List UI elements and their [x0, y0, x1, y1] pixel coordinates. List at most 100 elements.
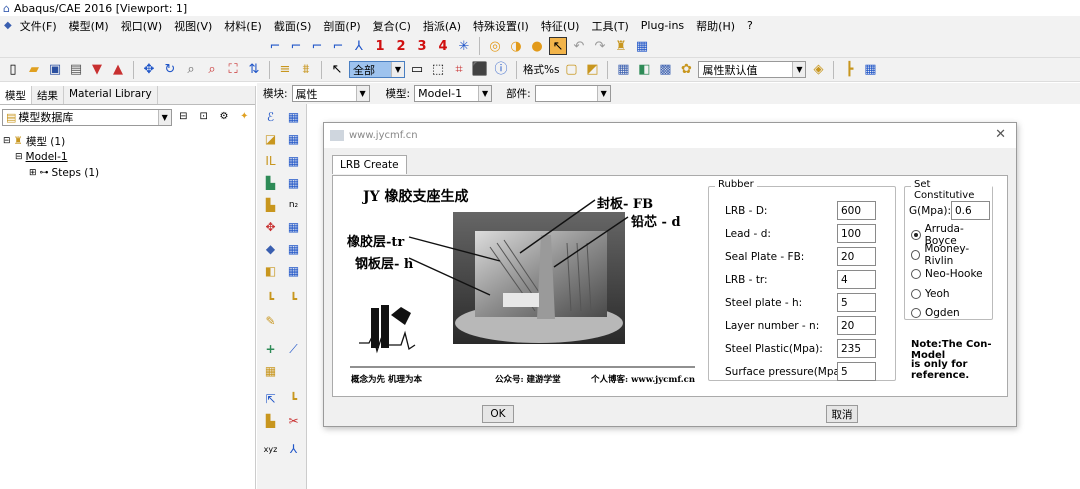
- part-select[interactable]: ▼: [534, 85, 611, 102]
- menu-help[interactable]: 帮助(H): [690, 18, 741, 34]
- spring-manager-icon[interactable]: ▦: [284, 262, 303, 280]
- print-icon[interactable]: ▤: [67, 61, 85, 79]
- bulb-icon[interactable]: ✦: [236, 108, 253, 126]
- view-4-button[interactable]: 4: [434, 37, 452, 55]
- redo-icon[interactable]: ↷: [591, 37, 609, 55]
- seal-plate-input[interactable]: 20: [837, 247, 876, 266]
- ok-button[interactable]: OK: [482, 405, 514, 423]
- export-icon[interactable]: ▼: [88, 61, 106, 79]
- assign-orientation-icon[interactable]: n₂: [284, 196, 303, 214]
- material-manager-icon[interactable]: ▦: [284, 108, 303, 126]
- cancel-button[interactable]: 取消: [826, 405, 858, 423]
- select-poly-icon[interactable]: ⬚: [429, 61, 447, 79]
- composite-layup-icon[interactable]: ▙: [261, 174, 280, 192]
- grid-icon[interactable]: ▦: [261, 362, 280, 380]
- cut-icon[interactable]: ▙: [261, 412, 280, 430]
- tab-lrb-create[interactable]: LRB Create: [332, 155, 407, 174]
- tree-root-row[interactable]: ⊟ ♜ 模型 (1): [3, 133, 252, 149]
- radio-mooney-rivlin[interactable]: Mooney-Rivlin: [911, 243, 992, 267]
- radio-arruda-boyce[interactable]: Arruda-Boyce: [911, 223, 992, 247]
- skin-icon[interactable]: ✥: [261, 218, 280, 236]
- stringer-manager-icon[interactable]: ┗: [284, 290, 303, 308]
- view-yz-icon[interactable]: ⌐: [287, 37, 305, 55]
- table-tool-icon[interactable]: ▦: [861, 61, 879, 79]
- create-material-icon[interactable]: ℰ: [261, 108, 280, 126]
- table-icon[interactable]: ▦: [633, 37, 651, 55]
- view-iso-icon[interactable]: ⌐: [329, 37, 347, 55]
- tree-steps-row[interactable]: ⊞ ⊶ Steps (1): [3, 165, 252, 181]
- create-section-icon[interactable]: ◪: [261, 130, 280, 148]
- select-arrow-icon[interactable]: ↖: [328, 61, 346, 79]
- g-input[interactable]: 0.6: [951, 201, 990, 220]
- tree-model-row[interactable]: ⊟ Model-1: [3, 149, 252, 165]
- view-axis-icon[interactable]: ⅄: [350, 37, 368, 55]
- menu-view[interactable]: 视图(V): [168, 18, 218, 34]
- database-select[interactable]: ▤ 模型数据库 ▼: [2, 108, 172, 126]
- csys-icon[interactable]: xyz: [261, 440, 280, 458]
- partition-icon[interactable]: ┗: [284, 390, 303, 408]
- select-mesh-icon[interactable]: ⌗: [450, 61, 468, 79]
- scissor-icon[interactable]: ✂: [284, 412, 303, 430]
- layer-number-input[interactable]: 20: [837, 316, 876, 335]
- sphere-pair-icon[interactable]: ◎: [486, 37, 504, 55]
- new-file-icon[interactable]: ▯: [4, 61, 22, 79]
- model-select[interactable]: Model-1 ▼: [414, 85, 493, 102]
- line-icon[interactable]: ⟋: [284, 340, 303, 358]
- lrb-tr-input[interactable]: 4: [837, 270, 876, 289]
- filter-icon[interactable]: ⊡: [195, 108, 212, 126]
- lrb-d-input[interactable]: 600: [837, 201, 876, 220]
- replace-icon[interactable]: ⬛: [471, 61, 489, 79]
- menu-assign[interactable]: 指派(A): [417, 18, 467, 34]
- tree-tool-icon[interactable]: ┣: [840, 61, 858, 79]
- close-icon[interactable]: ✕: [995, 127, 1006, 142]
- layup-manager-icon[interactable]: ▦: [284, 174, 303, 192]
- menu-section[interactable]: 截面(S): [268, 18, 318, 34]
- menu-whats-this[interactable]: ?: [741, 19, 759, 32]
- render-style-label[interactable]: 格式%s: [523, 62, 559, 77]
- zoom-icon[interactable]: ⌕: [182, 61, 200, 79]
- save-icon[interactable]: ▣: [46, 61, 64, 79]
- undo-icon[interactable]: ↶: [570, 37, 588, 55]
- menu-material[interactable]: 材料(E): [218, 18, 268, 34]
- menu-special[interactable]: 特殊设置(I): [467, 18, 535, 34]
- info-icon[interactable]: ⓘ: [492, 61, 510, 79]
- tree-icon[interactable]: ♜: [612, 37, 630, 55]
- tab-material-library[interactable]: Material Library: [64, 86, 158, 104]
- steel-plate-input[interactable]: 5: [837, 293, 876, 312]
- tab-results[interactable]: 结果: [32, 86, 64, 104]
- lead-d-input[interactable]: 100: [837, 224, 876, 243]
- steel-plastic-input[interactable]: 235: [837, 339, 876, 358]
- view-zx-icon[interactable]: ⌐: [308, 37, 326, 55]
- menu-viewport[interactable]: 视口(W): [115, 18, 168, 34]
- skin-manager-icon[interactable]: ▦: [284, 218, 303, 236]
- view-2-button[interactable]: 2: [392, 37, 410, 55]
- mesh-cube-icon[interactable]: ▦: [614, 61, 632, 79]
- sphere-outline-icon[interactable]: ◑: [507, 37, 525, 55]
- menu-file[interactable]: 文件(F): [14, 18, 63, 34]
- select-box-icon[interactable]: ▭: [408, 61, 426, 79]
- section-manager-icon[interactable]: ▦: [284, 130, 303, 148]
- menu-feature[interactable]: 特征(U): [535, 18, 586, 34]
- palette-icon[interactable]: ✿: [677, 61, 695, 79]
- cycle-view-icon[interactable]: ⇅: [245, 61, 263, 79]
- view-1-button[interactable]: 1: [371, 37, 389, 55]
- rotate-icon[interactable]: ↻: [161, 61, 179, 79]
- pan-icon[interactable]: ✥: [140, 61, 158, 79]
- color-cube-icon[interactable]: ◧: [635, 61, 653, 79]
- color-options-icon[interactable]: ◈: [809, 61, 827, 79]
- radio-neo-hooke[interactable]: Neo-Hooke: [911, 266, 983, 282]
- axis-triad-icon[interactable]: ✳: [455, 37, 473, 55]
- expand-toggle-icon[interactable]: ⊞: [29, 168, 37, 178]
- stringer-icon[interactable]: ┗: [261, 290, 280, 308]
- menu-model[interactable]: 模型(M): [63, 18, 115, 34]
- view-xy-icon[interactable]: ⌐: [266, 37, 284, 55]
- tab-model[interactable]: 模型: [0, 86, 32, 104]
- radio-yeoh[interactable]: Yeoh: [911, 286, 950, 302]
- collapse-icon[interactable]: ⊟: [175, 108, 192, 126]
- zoom-box-icon[interactable]: ⌕: [203, 61, 221, 79]
- layers-icon[interactable]: ≡: [276, 61, 294, 79]
- spring-icon[interactable]: ◧: [261, 262, 280, 280]
- attribute-color-select[interactable]: 属性默认值 ▼: [698, 61, 807, 78]
- module-select[interactable]: 属性 ▼: [291, 85, 370, 102]
- menu-plugins[interactable]: Plug-ins: [635, 19, 690, 32]
